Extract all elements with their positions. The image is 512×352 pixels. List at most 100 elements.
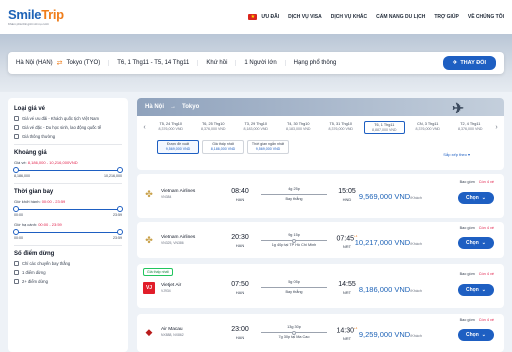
change-search-button[interactable]: ✈ THAY ĐỔI: [442, 56, 496, 70]
passengers-field[interactable]: 1 Người lớn: [244, 60, 286, 66]
fare-tags: Bao gồm Còn 4 vé: [460, 180, 494, 184]
date-option[interactable]: T5, 31 Thg10 8,376,000 VND: [321, 121, 361, 134]
departure-time-value: 08:40: [231, 188, 249, 195]
date-range-field[interactable]: T6, 1 Thg11 - T5, 14 Thg11: [117, 60, 199, 66]
divider: [14, 183, 122, 184]
nav-item-help[interactable]: TRỢ GIÚP: [434, 14, 459, 20]
sort-fastest[interactable]: Thời gian ngắn nhất 9,569,000 VND: [247, 140, 289, 154]
departure-time: 20:30 HAN: [227, 234, 253, 248]
flight-stop-info: 1g 40p tại TP Hồ Chí Minh: [271, 243, 317, 247]
date-price: 8,183,000 VND: [285, 127, 311, 131]
slider-handle-max[interactable]: [117, 206, 123, 212]
sort-dropdown[interactable]: Sắp xếp theo ▾: [443, 152, 470, 157]
departure-time-slider[interactable]: [13, 206, 123, 212]
arrival-time-value: 00:00 - 23:59: [38, 222, 62, 227]
departure-time-value: 20:30: [231, 234, 249, 241]
included-tag[interactable]: Bao gồm: [460, 226, 475, 230]
arrival-min: 00:00: [14, 236, 23, 240]
slider-handle-max[interactable]: [117, 229, 123, 235]
flight-code: VN325, VN386: [161, 241, 184, 245]
swap-icon[interactable]: ⇄: [57, 59, 63, 67]
included-tag[interactable]: Bao gồm: [460, 272, 475, 276]
seats-left-tag: Còn 4 vé: [478, 272, 494, 276]
checkbox[interactable]: [14, 261, 19, 266]
airline-name: Air Macau: [161, 327, 183, 332]
date-option[interactable]: T2, 4 Thg11 8,376,000 VND: [451, 121, 491, 134]
price-range-value: 8,186,000 - 10,216,000VND: [27, 160, 78, 165]
departure-airport: HAN: [235, 197, 245, 202]
checkbox[interactable]: [14, 279, 19, 284]
brand-name-accent: Trip: [41, 7, 64, 22]
checkbox[interactable]: [14, 116, 19, 121]
departure-time-value: 07:50: [231, 281, 249, 288]
date-option[interactable]: T3, 29 Thg10 8,183,000 VND: [236, 121, 276, 134]
date-option[interactable]: T4, 30 Thg10 8,183,000 VND: [279, 121, 319, 134]
nav-item-about[interactable]: VỀ CHÚNG TÔI: [468, 14, 504, 20]
cabin-class-field[interactable]: Hạng phổ thông: [294, 60, 345, 66]
flight-card: ✤ Vietnam Airlines VN384 08:40 HAN 4g 25p B…: [137, 174, 504, 218]
price-range-ends: 8,186,000 10,216,000: [14, 174, 122, 178]
date-option[interactable]: T6, 25 Thg10 8,376,000 VND: [194, 121, 234, 134]
route-banner: Hà Nội → Tokyo ✈: [137, 98, 504, 116]
choose-label: Chọn: [466, 195, 479, 201]
flight-route-info: 9g 15p 1g 40p tại TP Hồ Chí Minh: [261, 233, 327, 247]
origin-field[interactable]: Hà Nội (HAN): [16, 60, 53, 66]
date-option[interactable]: T5, 24 Thg10 8,376,000 VND: [151, 121, 191, 134]
price-value: 8,186,000 VND: [358, 285, 411, 294]
price-unit: /Khách: [410, 334, 422, 338]
arrival-time-slider[interactable]: [13, 229, 123, 235]
slider-handle-max[interactable]: [117, 167, 123, 173]
checkbox[interactable]: [14, 270, 19, 275]
price-value: 9,569,000 VND: [358, 192, 411, 201]
fare-type-label: Giá thông thường: [22, 134, 56, 139]
checkbox[interactable]: [14, 125, 19, 130]
chevron-down-icon: ⌄: [481, 240, 486, 246]
date-option-selected[interactable]: T6, 1 Thg11 8,887,000 VND: [363, 121, 405, 134]
trip-type-field[interactable]: Khứ hồi: [206, 60, 237, 66]
next-dates-icon[interactable]: ›: [493, 124, 500, 131]
nav-item-travel-guide[interactable]: CẨM NANG DU LỊCH: [376, 14, 425, 20]
slider-handle-min[interactable]: [13, 167, 19, 173]
flight-route-info: 4g 25p Bay thẳng: [261, 187, 327, 201]
fare-tags: Bao gồm Còn 4 vé: [460, 272, 494, 276]
sort-cheapest[interactable]: Giá thấp nhất 8,186,000 VND: [202, 140, 244, 154]
flight-stop-info: Bay thẳng: [285, 197, 303, 201]
slider-handle-min[interactable]: [13, 229, 19, 235]
prev-dates-icon[interactable]: ‹: [141, 124, 148, 131]
brand-logo[interactable]: SmileTrip Khám phá thế giới với nụ cười: [8, 8, 64, 26]
nav-item-visa[interactable]: DỊCH VỤ VISA: [288, 14, 322, 20]
date-price: 8,376,000 VND: [328, 127, 354, 131]
flight-card: ✤ Vietnam Airlines VN325, VN386 20:30 HAN …: [137, 222, 504, 258]
vietnam-flag-icon[interactable]: ★: [248, 14, 258, 20]
price-range-slider[interactable]: [13, 167, 123, 173]
price-range-label: Giá vé: 8,186,000 - 10,216,000VND: [14, 160, 122, 165]
fare-type-option[interactable]: Giá vé ưu đãi - Khách quốc tịch Việt Nam: [14, 116, 122, 121]
arrival-label: Giờ hạ cánh:: [14, 222, 39, 227]
departure-airport: HAN: [235, 335, 245, 340]
choose-flight-button[interactable]: Chọn ⌄: [458, 192, 494, 204]
fare-type-option[interactable]: Giá thông thường: [14, 134, 122, 139]
chevron-down-icon: ⌄: [481, 195, 486, 201]
slider-handle-min[interactable]: [13, 206, 19, 212]
stops-option[interactable]: 2+ điểm dừng: [14, 279, 122, 284]
flight-card: Giá thấp nhất VJ Vietjet Air VJ934 07:50 H…: [137, 264, 504, 308]
nav-item-other-services[interactable]: DỊCH VỤ KHÁC: [331, 14, 367, 20]
choose-flight-button[interactable]: Chọn ⌄: [458, 284, 494, 296]
price-min: 8,186,000: [14, 174, 30, 178]
departure-label: Giờ khởi hành:: [14, 199, 42, 204]
sort-recommended[interactable]: Được đề xuất 9,569,000 VND: [157, 140, 199, 154]
destination-field[interactable]: Tokyo (TYO): [67, 60, 110, 66]
plane-icon: ✈: [452, 60, 458, 66]
included-tag[interactable]: Bao gồm: [460, 180, 475, 184]
nav-item-deals[interactable]: ƯU ĐÃI: [261, 14, 279, 20]
seats-left-tag: Còn 4 vé: [478, 180, 494, 184]
stops-option[interactable]: 1 điểm dừng: [14, 270, 122, 275]
choose-flight-button[interactable]: Chọn ⌄: [458, 237, 494, 249]
airline-name: Vietnam Airlines: [161, 235, 196, 240]
included-tag[interactable]: Bao gồm: [460, 318, 475, 322]
date-option[interactable]: CN, 3 Thg11 8,376,000 VND: [408, 121, 448, 134]
stops-option[interactable]: Chỉ các chuyến bay thẳng: [14, 261, 122, 266]
checkbox[interactable]: [14, 134, 19, 139]
choose-flight-button[interactable]: Chọn ⌄: [458, 329, 494, 341]
fare-type-option[interactable]: Giá vé đặc - Du học sinh, lao động quốc …: [14, 125, 122, 130]
